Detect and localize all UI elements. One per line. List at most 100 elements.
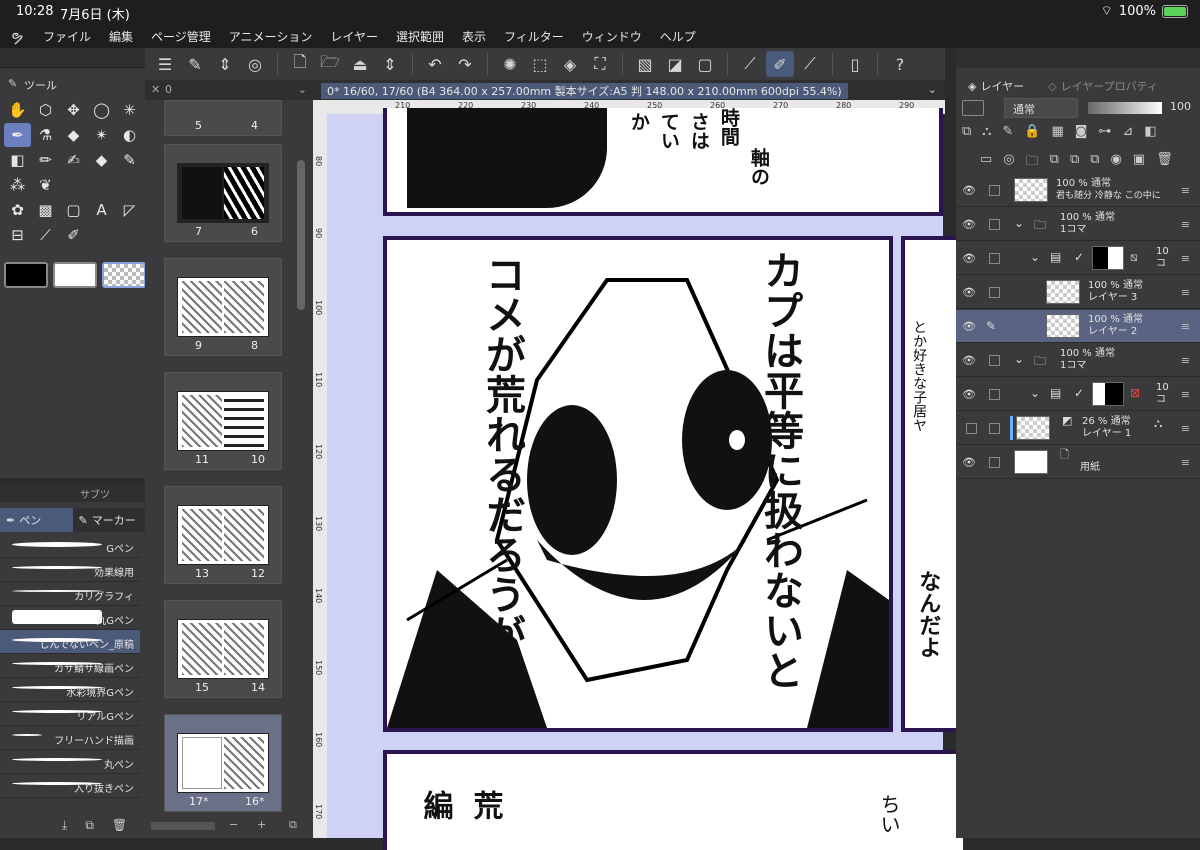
download-icon[interactable]: ⤓ [62,818,67,833]
trash-icon[interactable]: 🗑 [112,818,127,833]
chevron-down-icon[interactable]: ⌄ [1030,386,1040,400]
page-thumb[interactable]: 15 14 [164,600,282,698]
text-icon[interactable]: A [88,198,115,222]
layer-checkbox[interactable] [989,287,1000,298]
layer-checkbox[interactable] [989,355,1000,366]
page-thumb[interactable]: 9 8 [164,258,282,356]
brush-item[interactable]: 入り抜きペン [0,774,140,798]
brush-item[interactable]: Gペン [0,534,140,558]
document-title[interactable]: 0* 16/60, 17/60 (B4 364.00 x 257.00mm 製本… [321,83,848,99]
brush-item[interactable]: カサ鯖サ線画ペン [0,654,140,678]
drag-handle-icon[interactable]: ≡ [1181,286,1190,299]
menu-layer[interactable]: レイヤー [321,28,387,45]
menu-view[interactable]: 表示 [453,28,495,45]
duplicate-icon[interactable]: ⧉ [85,818,94,833]
zoom-out-icon[interactable]: − [229,818,238,831]
draft-icon[interactable]: ✎ [1002,124,1013,139]
layer-row[interactable]: 👁 100 % 通常 君も随分 冷静な この中に 居ない ≡ [956,174,1200,207]
gradient-tool-icon[interactable]: ▩ [32,198,59,222]
grid-dots-icon[interactable]: ⬚ [526,51,554,77]
eyedropper-icon[interactable]: ⚗ [32,123,59,147]
brush-item[interactable]: 効果線用 [0,558,140,582]
copy-icon[interactable]: ⧉ [1090,152,1099,174]
page-thumb[interactable]: 11 10 [164,372,282,470]
eye-icon[interactable]: 👁 [962,286,976,299]
tool-tab-label[interactable]: ツール [24,77,57,93]
eye-icon[interactable]: 👁 [962,184,976,197]
pen-tool-icon[interactable]: ✒ [4,123,31,147]
drag-handle-icon[interactable]: ≡ [1181,456,1190,469]
main-color-swatch[interactable] [4,262,48,288]
visibility-off-checkbox[interactable] [966,423,977,434]
frame-border-row[interactable]: 👁 ⌄ ▤ ✓ ⧅ 10 コ ≡ [956,242,1200,275]
tab-marker[interactable]: ✎ マーカー [72,508,145,532]
layer-folder-row[interactable]: 👁 ⌄ 🗀 100 % 通常 1コマ ≡ [956,344,1200,377]
open-folder-icon[interactable]: 🗁 [316,51,344,77]
subtool-header-label[interactable]: サブツ [80,490,110,501]
panel-icon[interactable]: ⊟ [4,223,31,247]
spiral-icon[interactable]: ◎ [241,51,269,77]
manga-page[interactable]: か てい さは 時間 軸の カプは平等に扱わないと コメが荒れるだろうが!!! … [327,108,963,850]
spray-icon[interactable]: ⁂ [4,173,31,197]
frame-border-row[interactable]: 👁 ⌄ ▤ ✓ ⊠ 10 コ ≡ [956,378,1200,411]
spinner-icon[interactable]: ✺ [496,51,524,77]
eye-icon[interactable]: 👁 [962,456,976,469]
brush-icon[interactable]: ✐ [766,51,794,77]
reference-icon[interactable]: ⛬ [982,124,991,139]
new-raster-icon[interactable]: ▭ [980,152,992,174]
tab-layer-property[interactable]: ◇ レイヤープロパティ [1036,76,1170,96]
slash-grid-icon[interactable]: ▧ [631,51,659,77]
brush-item[interactable]: リアルGペン [0,702,140,726]
layer-color-icon[interactable] [962,100,984,116]
layer-checkbox[interactable] [989,185,1000,196]
hand-icon[interactable]: ✋ [4,98,31,122]
lock-icon[interactable]: 🔒 [1024,124,1040,139]
gradient-icon[interactable]: ◪ [661,51,689,77]
menu-icon[interactable]: ☰ [151,51,179,77]
brush-tab-icon[interactable]: ✎ [8,77,17,90]
menu-edit[interactable]: 編集 [100,28,142,45]
blend-mode-select[interactable]: 通常 [1004,98,1078,118]
redo-icon[interactable]: ↷ [451,51,479,77]
layer-folder-row[interactable]: 👁 ⌄ 🗀 100 % 通常 1コマ ≡ [956,208,1200,241]
drag-handle-icon[interactable]: ≡ [1181,218,1190,231]
brush-item-selected[interactable]: しんでないペン_原稿 [0,630,140,654]
brush-item[interactable]: フリーハンド描画 [0,726,140,750]
nib-icon[interactable]: ✎ [116,148,143,172]
eraser-icon[interactable]: ◧ [4,148,31,172]
sub-color-swatch[interactable] [53,262,97,288]
new-edit-icon[interactable]: ✎ [181,51,209,77]
eye-icon[interactable]: 👁 [962,320,976,333]
pages-scrollbar[interactable] [297,160,305,310]
layer-checkbox[interactable] [989,389,1000,400]
sparkle-icon[interactable]: ✴ [88,123,115,147]
frame-icon[interactable]: ▢ [60,198,87,222]
merge-icon[interactable]: ⧉ [1070,152,1079,174]
drag-handle-icon[interactable]: ≡ [1181,320,1190,333]
fit-icon[interactable]: ⧉ [289,818,297,832]
drag-handle-icon[interactable]: ≡ [1181,388,1190,401]
menu-file[interactable]: ファイル [34,28,100,45]
save-icon[interactable]: ⏏ [346,51,374,77]
smartphone-icon[interactable]: ▯ [841,51,869,77]
chevron-down-icon[interactable]: ⌄ [1014,216,1024,230]
clip-icon[interactable]: ⧉ [962,124,971,139]
chevron-down-icon[interactable]: ⌄ [1014,352,1024,366]
mask-icon[interactable]: ◙ [1075,124,1088,139]
menu-help[interactable]: ヘルプ [651,28,705,45]
page-thumb[interactable]: 7 6 [164,144,282,242]
rotate-icon[interactable]: ⬡ [32,98,59,122]
pen-ruler-icon[interactable]: ⟋ [796,51,824,77]
apply-mask-icon[interactable]: ▣ [1133,152,1145,174]
layer-checkbox[interactable] [989,253,1000,264]
eye-icon[interactable]: 👁 [962,252,976,265]
opacity-slider[interactable] [1088,102,1162,114]
lock-transparency-icon[interactable]: ▦ [1052,124,1064,139]
color-layer-icon[interactable]: ◧ [1144,124,1156,139]
menu-page[interactable]: ページ管理 [142,28,220,45]
menu-animation[interactable]: アニメーション [220,28,322,45]
layer-checkbox[interactable] [989,457,1000,468]
blend-icon[interactable]: ❦ [32,173,59,197]
menu-window[interactable]: ウィンドウ [573,28,651,45]
drag-handle-icon[interactable]: ≡ [1181,184,1190,197]
